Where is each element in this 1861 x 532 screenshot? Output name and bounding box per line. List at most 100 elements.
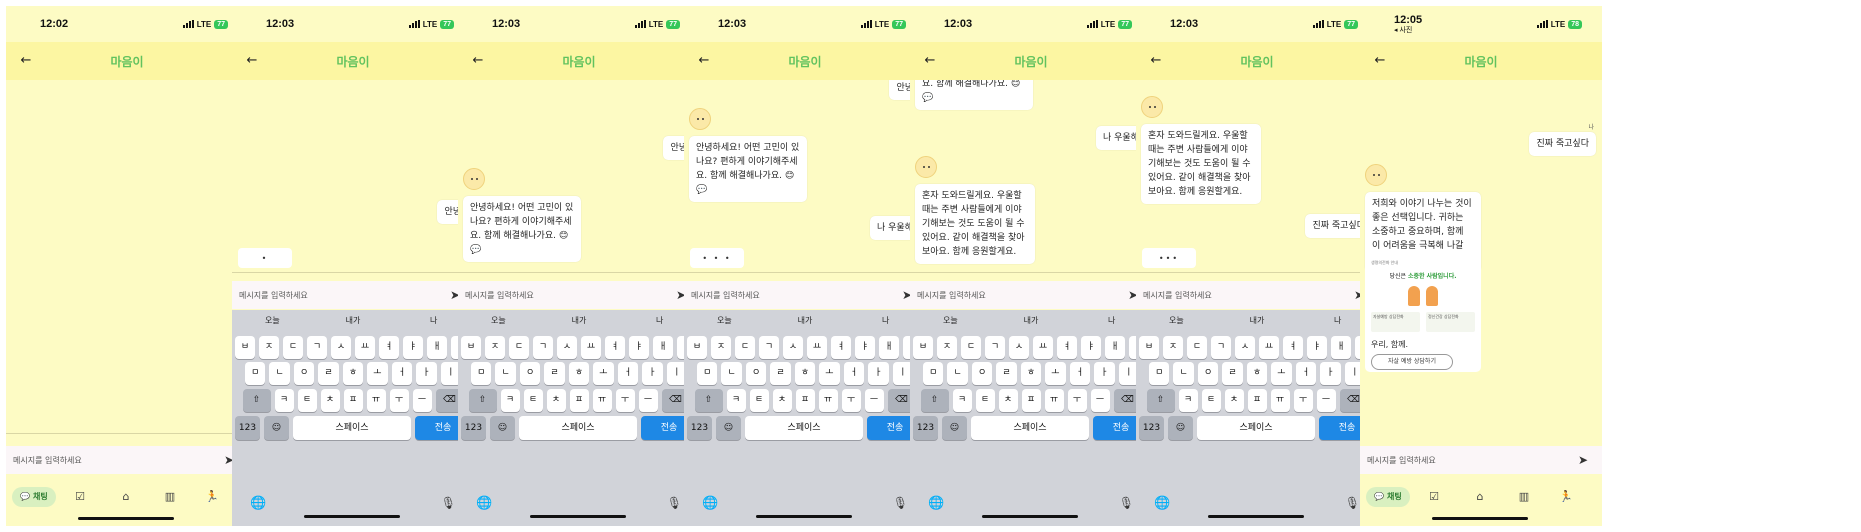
key[interactable]: ㅈ [937,336,957,359]
key[interactable]: ㅜ [615,389,635,412]
suicide-prevention-counsel-button[interactable]: 자살 예방 상담하기 [1371,354,1453,370]
key[interactable]: ㅗ [367,362,388,385]
suggestion-item[interactable]: 내가 [991,310,1072,332]
key[interactable]: ㅕ [1057,336,1077,359]
microphone-icon[interactable]: 🎙 [1345,496,1360,510]
key[interactable]: ㅂ [913,336,933,359]
key[interactable]: ㄴ [495,362,516,385]
key[interactable]: ㅏ [868,362,889,385]
key[interactable]: ㅍ [795,389,815,412]
key[interactable]: ㅎ [568,362,590,385]
space-key[interactable]: 스페이스 [519,416,637,440]
nav-stats-icon[interactable]: ▥ [1514,487,1534,507]
key[interactable]: ㅏ [416,362,437,385]
key[interactable]: ㅇ [971,362,993,385]
key[interactable]: ㅑ [1081,336,1101,359]
suggestion-item[interactable]: 오늘 [684,310,765,332]
nav-activity-icon[interactable]: 🏃 [1556,487,1576,507]
suggestion-item[interactable]: 오늘 [910,310,991,332]
back-to-app-link[interactable]: ◂ 사진 [1394,27,1422,34]
key[interactable]: ㅍ [343,389,363,412]
key[interactable]: ㅕ [605,336,625,359]
key[interactable]: ㅏ [1094,362,1115,385]
key[interactable]: ㅓ [391,362,413,385]
key[interactable]: ㅋ [274,389,294,412]
numbers-key[interactable]: 123 [687,416,712,440]
microphone-icon[interactable]: 🎙 [893,496,908,510]
key[interactable]: ㅛ [1033,336,1053,359]
back-arrow-icon[interactable]: ← [16,51,36,71]
key[interactable]: ㅊ [998,389,1018,412]
suggestion-item[interactable]: 오늘 [1136,310,1217,332]
key[interactable]: ㄹ [318,362,339,385]
key[interactable]: ㅍ [1021,389,1041,412]
key[interactable]: ㅠ [592,389,612,412]
key[interactable]: ㅈ [485,336,505,359]
shift-key[interactable]: ⇧ [468,389,497,412]
suggestion-item[interactable]: 오늘 [232,310,313,332]
key[interactable]: ㅜ [1293,389,1313,412]
nav-home-icon[interactable]: ⌂ [1470,487,1490,507]
key[interactable]: ㄴ [947,362,968,385]
key[interactable]: ㅇ [1197,362,1219,385]
back-arrow-icon[interactable]: ← [694,51,714,71]
key[interactable]: ㅑ [629,336,649,359]
key[interactable]: ㅎ [794,362,816,385]
key[interactable]: ㅓ [1069,362,1091,385]
key[interactable]: ㄹ [544,362,565,385]
key[interactable]: ㅋ [500,389,520,412]
nav-activity-icon[interactable]: 🏃 [202,487,222,507]
key[interactable]: ㅈ [1163,336,1183,359]
key[interactable]: ㅐ [427,336,447,359]
back-arrow-icon[interactable]: ← [920,51,940,71]
key[interactable]: ㅕ [379,336,399,359]
globe-icon[interactable]: 🌐 [1154,496,1170,511]
key[interactable]: ㅊ [1224,389,1244,412]
key[interactable]: ㅐ [1331,336,1351,359]
key[interactable]: ㅋ [1178,389,1198,412]
key[interactable]: ㅈ [259,336,279,359]
key[interactable]: ㅠ [1044,389,1064,412]
message-input[interactable]: 메시지를 입력하세요 ➤ [1360,446,1602,474]
numbers-key[interactable]: 123 [235,416,260,440]
suggestion-item[interactable]: 오늘 [458,310,539,332]
key[interactable]: ㅍ [569,389,589,412]
key[interactable]: ㄱ [759,336,779,359]
key[interactable]: ㅊ [320,389,340,412]
key[interactable]: ㅁ [697,362,718,385]
key[interactable]: ㄱ [307,336,327,359]
key[interactable]: ㅌ [1201,389,1221,412]
back-arrow-icon[interactable]: ← [1370,51,1390,71]
emoji-key[interactable]: ☺ [1168,416,1193,440]
key[interactable]: ㅇ [519,362,541,385]
key[interactable]: ㅗ [1271,362,1292,385]
numbers-key[interactable]: 123 [913,416,938,440]
key[interactable]: ㅗ [593,362,614,385]
key[interactable]: ㅠ [366,389,386,412]
key[interactable]: ㅂ [461,336,481,359]
key[interactable]: ㄷ [283,336,303,359]
key[interactable]: ㅑ [1307,336,1327,359]
emoji-key[interactable]: ☺ [942,416,967,440]
numbers-key[interactable]: 123 [461,416,486,440]
key[interactable]: ㅅ [1009,336,1029,359]
key[interactable]: ㅓ [617,362,639,385]
key[interactable]: ㅂ [687,336,707,359]
key[interactable]: ㄹ [770,362,791,385]
nav-chat-tab[interactable]: 💬 채팅 [12,487,56,507]
key[interactable]: ㅏ [642,362,663,385]
suggestion-item[interactable]: 내가 [313,310,394,332]
key[interactable]: ㅁ [1149,362,1170,385]
globe-icon[interactable]: 🌐 [250,496,266,511]
key[interactable]: ㅗ [1045,362,1066,385]
key[interactable]: ㄹ [996,362,1017,385]
key[interactable]: ㅈ [711,336,731,359]
message-input[interactable]: 메시지를 입력하세요 ➤ [232,281,474,309]
key[interactable]: ㅕ [1283,336,1303,359]
message-input[interactable]: 메시지를 입력하세요 ➤ [684,281,926,309]
key[interactable]: ㄷ [735,336,755,359]
key[interactable]: ㅂ [235,336,255,359]
globe-icon[interactable]: 🌐 [476,496,492,511]
numbers-key[interactable]: 123 [1139,416,1164,440]
back-arrow-icon[interactable]: ← [468,51,488,71]
